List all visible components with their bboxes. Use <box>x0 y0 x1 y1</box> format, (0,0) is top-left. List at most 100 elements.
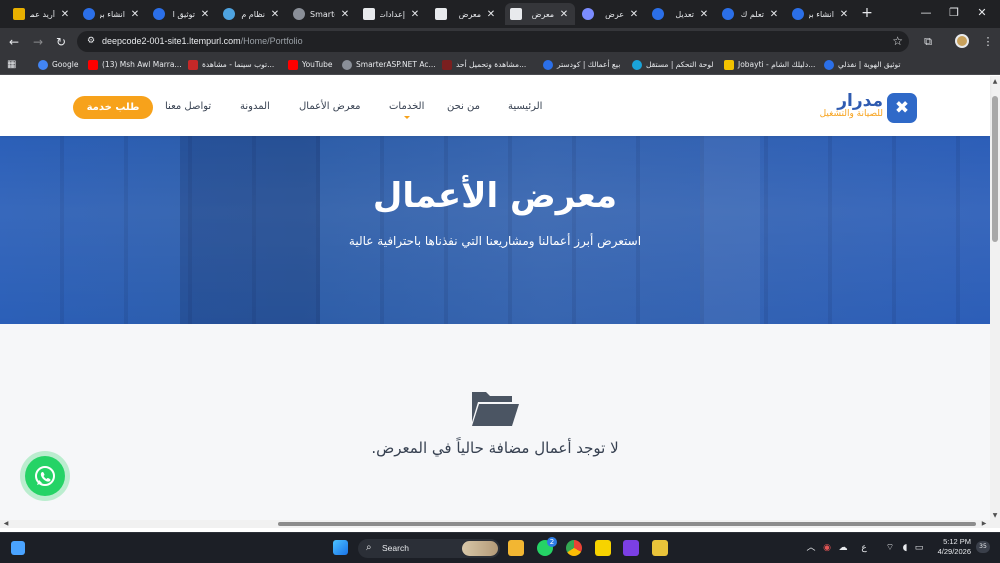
open-folder-icon <box>472 392 519 426</box>
site-info-icon[interactable]: ⚙ <box>85 35 97 47</box>
scrollbar-thumb[interactable] <box>992 96 998 242</box>
close-tab-icon[interactable]: ✕ <box>628 9 640 20</box>
visual-studio-icon[interactable] <box>623 540 639 556</box>
nav-contact[interactable]: تواصل معنا <box>165 100 211 114</box>
menu-icon[interactable]: ⋮ <box>980 34 996 50</box>
close-tab-icon[interactable]: ✕ <box>199 9 211 20</box>
nav-services[interactable]: الخدمات <box>389 100 424 119</box>
bookmark-item[interactable]: YouTube <box>288 59 333 71</box>
close-tab-icon[interactable]: ✕ <box>59 9 71 20</box>
close-tab-icon[interactable]: ✕ <box>768 9 780 20</box>
bookmark-item[interactable]: SmarterASP.NET Ac... <box>342 59 436 71</box>
close-tab-icon[interactable]: ✕ <box>838 9 850 20</box>
tab-favicon-icon <box>510 8 522 20</box>
close-tab-icon[interactable]: ✕ <box>409 9 421 20</box>
restore-icon[interactable]: ❐ <box>946 6 962 20</box>
browser-tab[interactable]: تعلم ك ✕ <box>717 3 785 25</box>
taskbar-search[interactable]: ⌕ Search <box>358 539 500 558</box>
bookmark-star-icon[interactable]: ☆ <box>892 34 903 48</box>
nav-home[interactable]: الرئيسية <box>508 100 542 114</box>
reload-icon[interactable]: ↻ <box>53 34 69 50</box>
chrome-icon[interactable] <box>566 540 582 556</box>
request-service-button[interactable]: طلب خدمة <box>73 96 153 119</box>
tray-cloud-icon[interactable]: ☁ <box>837 543 849 553</box>
browser-tab[interactable]: انشاء بر ✕ <box>78 3 146 25</box>
forward-arrow-icon[interactable]: → <box>30 34 46 50</box>
bookmark-item[interactable]: Google <box>38 59 78 71</box>
scroll-up-icon[interactable]: ▲ <box>991 78 999 86</box>
browser-tab[interactable]: توثيق ا ✕ <box>148 3 216 25</box>
bookmark-item[interactable]: Jobayti - دليلك الشام... <box>724 59 815 71</box>
close-tab-icon[interactable]: ✕ <box>339 9 351 20</box>
page-subtitle: استعرض أبرز أعمالنا ومشاريعنا التي نفذنا… <box>348 234 642 248</box>
browser-tab[interactable]: أريد عمل ✕ <box>8 3 76 25</box>
browser-tab[interactable]: نظام م ✕ <box>218 3 286 25</box>
hero-texture <box>0 136 990 324</box>
page-title: معرض الأعمال <box>372 176 618 216</box>
browser-tab[interactable]: Smarte ✕ <box>288 3 356 25</box>
file-explorer-icon[interactable] <box>508 540 524 556</box>
site-header: ✖ مدرار للصيانة والتشغيل الرئيسية من نحن… <box>0 76 990 136</box>
browser-tab[interactable]: انشاء بر ✕ <box>787 3 855 25</box>
scrollbar-thumb[interactable] <box>278 522 976 526</box>
close-tab-icon[interactable]: ✕ <box>485 9 497 20</box>
back-arrow-icon[interactable]: ← <box>6 34 22 50</box>
horizontal-scrollbar[interactable]: ◀ ▶ <box>0 520 990 528</box>
close-tab-icon[interactable]: ✕ <box>558 9 570 20</box>
profile-avatar[interactable] <box>955 34 969 48</box>
scroll-left-icon[interactable]: ◀ <box>2 520 10 528</box>
extensions-icon[interactable]: ⧉ <box>920 34 936 50</box>
windows-start-icon[interactable] <box>333 540 348 555</box>
battery-icon[interactable]: ▭ <box>913 543 925 553</box>
bookmark-item[interactable]: (13) Msh Awl Marra... <box>88 59 182 71</box>
bookmark-item[interactable]: توثيق الهوية | نفذلي <box>824 59 900 71</box>
bookmark-favicon-icon <box>543 60 553 70</box>
bookmark-favicon-icon <box>342 60 352 70</box>
browser-tab[interactable]: معرض ✕ <box>430 3 502 25</box>
close-window-icon[interactable]: ✕ <box>974 6 990 20</box>
nav-portfolio[interactable]: معرض الأعمال <box>299 100 361 114</box>
whatsapp-button[interactable] <box>20 451 70 501</box>
browser-tab[interactable]: عرض ✕ <box>577 3 645 25</box>
tab-favicon-icon <box>83 8 95 20</box>
scroll-right-icon[interactable]: ▶ <box>980 520 988 528</box>
volume-icon[interactable]: ◖ <box>899 543 911 553</box>
tray-app-icon[interactable]: ◉ <box>821 543 833 553</box>
bookmark-favicon-icon <box>442 60 452 70</box>
close-tab-icon[interactable]: ✕ <box>129 9 141 20</box>
close-tab-icon[interactable]: ✕ <box>698 9 710 20</box>
youtube-icon <box>88 60 98 70</box>
browser-tab[interactable]: إعدادات ✕ <box>358 3 426 25</box>
bookmark-item[interactable]: بيع أعمالك | كودستر <box>543 59 620 71</box>
address-bar[interactable]: ⚙ deepcode2-001-site1.ltempurl.com/Home/… <box>77 31 909 52</box>
system-clock[interactable]: 5:12 PM 4/29/2026 <box>931 537 971 557</box>
minimize-icon[interactable]: — <box>918 6 934 20</box>
scroll-down-icon[interactable]: ▼ <box>991 512 999 520</box>
bookmark-item[interactable]: مشاهدة وتحميل أحد... <box>442 59 526 71</box>
bookmark-item[interactable]: توب سينما - مشاهدة... <box>188 59 274 71</box>
app-icon[interactable] <box>652 540 668 556</box>
tools-logo-icon[interactable]: ✖ <box>887 93 917 123</box>
nav-about[interactable]: من نحن <box>447 100 480 114</box>
bookmark-item[interactable]: لوحة التحكم | مستقل <box>632 59 714 71</box>
whatsapp-icon <box>25 456 65 496</box>
notification-center[interactable]: 35 <box>976 541 990 553</box>
logo-name[interactable]: مدرار <box>837 91 883 111</box>
bookmark-favicon-icon <box>188 60 198 70</box>
page-viewport: ✖ مدرار للصيانة والتشغيل الرئيسية من نحن… <box>0 76 1000 528</box>
empty-state-message: لا توجد أعمال مضافة حالياً في المعرض. <box>371 439 619 457</box>
nav-blog[interactable]: المدونة <box>240 100 270 114</box>
sticky-notes-icon[interactable] <box>595 540 611 556</box>
chevron-up-icon[interactable]: ︿ <box>805 543 817 553</box>
input-language[interactable]: ع <box>858 543 870 553</box>
new-tab-button[interactable]: + <box>860 5 874 21</box>
vertical-scrollbar[interactable]: ▲ ▼ <box>990 76 1000 528</box>
widgets-icon[interactable] <box>11 541 25 555</box>
url-text[interactable]: deepcode2-001-site1.ltempurl.com/Home/Po… <box>102 35 303 47</box>
browser-tab[interactable]: تعديل ✕ <box>647 3 715 25</box>
wifi-icon[interactable]: ⌔ <box>884 543 896 553</box>
close-tab-icon[interactable]: ✕ <box>269 9 281 20</box>
apps-grid-icon[interactable]: ▦ <box>7 59 16 71</box>
tab-favicon-icon <box>652 8 664 20</box>
browser-tab-active[interactable]: معرض ✕ <box>505 3 575 25</box>
